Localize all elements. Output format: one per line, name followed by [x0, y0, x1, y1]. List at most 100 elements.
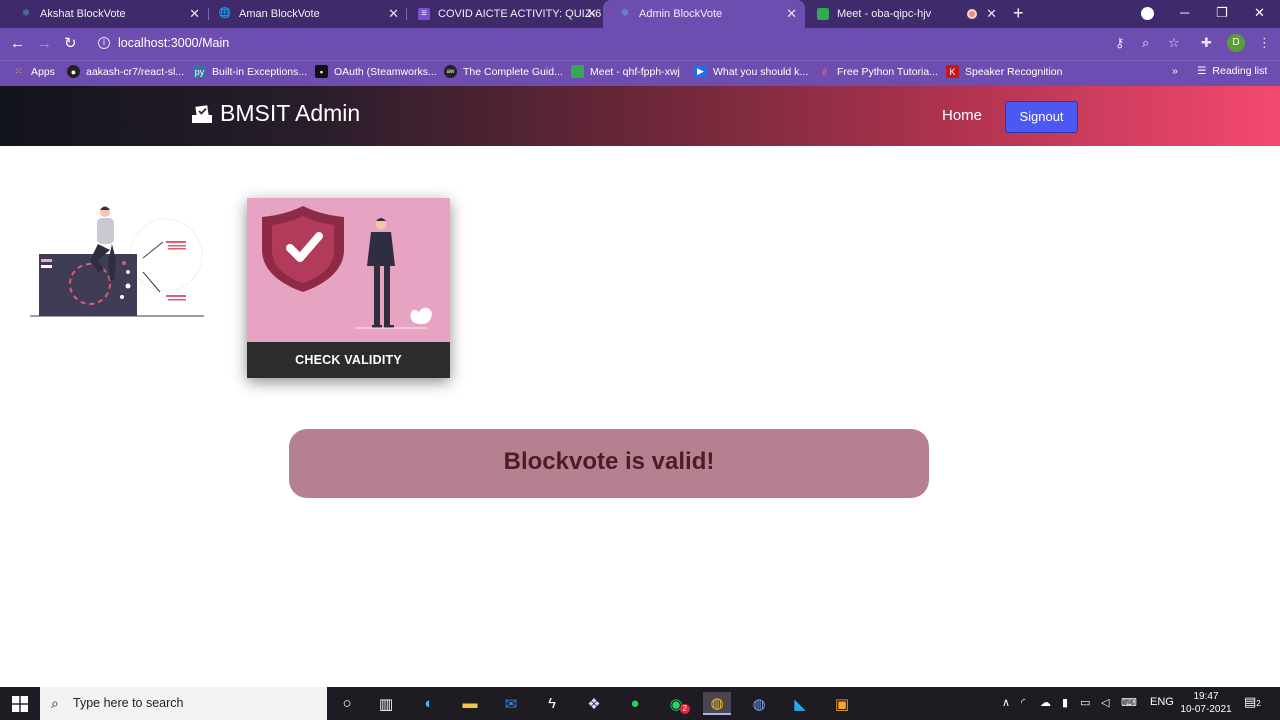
site-info-icon[interactable]: i — [98, 37, 110, 49]
brand[interactable]: BMSIT Admin — [190, 100, 360, 127]
profile-avatar[interactable]: D — [1227, 34, 1245, 52]
tab-aman-blockvote[interactable]: 🌐 Aman BlockVote ✕ — [203, 0, 407, 28]
restore-icon[interactable]: ❐ — [1216, 4, 1228, 22]
cortana-icon[interactable]: ○ — [333, 692, 361, 715]
bookmark-speaker-recognition[interactable]: K Speaker Recognition — [946, 65, 1062, 78]
battery-icon[interactable]: ▭ — [1080, 696, 1090, 709]
tray-chevron-icon[interactable]: ∧ — [1002, 696, 1010, 709]
chrome-profile-icon[interactable]: ◍ — [745, 692, 773, 715]
close-icon[interactable]: ✕ — [586, 6, 597, 22]
key-icon[interactable]: ⚷ — [1115, 35, 1125, 51]
onedrive-icon[interactable]: ☁ — [1040, 696, 1051, 709]
steam-icon: ▪ — [315, 65, 328, 78]
address-bar[interactable]: localhost:3000/Main — [118, 36, 229, 50]
bookmark-python-exceptions[interactable]: py Built-in Exceptions... — [193, 65, 307, 78]
reading-list[interactable]: ☰ Reading list — [1197, 65, 1267, 77]
keyboard-icon[interactable]: ⌨ — [1121, 696, 1137, 709]
aw-icon: aw — [444, 65, 457, 78]
taskbar-search-input[interactable]: ⌕ Type here to search — [40, 687, 327, 720]
app-navbar: BMSIT Admin Home Signout — [0, 86, 1280, 146]
spotify-icon[interactable]: ● — [621, 692, 649, 715]
signout-button[interactable]: Signout — [1005, 101, 1078, 133]
clock-date: 10-07-2021 — [1180, 704, 1232, 715]
minimize-icon[interactable]: ─ — [1180, 4, 1189, 22]
react-icon: ⚛ — [21, 8, 31, 19]
bookmark-apps[interactable]: ⁙ Apps — [12, 65, 55, 78]
mail-icon[interactable]: ✉ — [497, 692, 525, 715]
reload-icon[interactable]: ↻ — [64, 34, 77, 54]
bookmark-label: Meet - qhf-fpph-xwj — [590, 65, 680, 78]
tab-admin-blockvote[interactable]: ⚛ Admin BlockVote ✕ — [603, 0, 805, 28]
volume-icon[interactable]: ◁ — [1101, 696, 1109, 709]
tab-meet[interactable]: Meet - oba-qipc-hjv ✕ — [801, 0, 1005, 28]
recording-icon — [967, 9, 977, 19]
bookmark-label: Speaker Recognition — [965, 65, 1063, 78]
menu-icon[interactable]: ⋮ — [1258, 35, 1271, 51]
bookmark-github[interactable]: ● aakash-cr7/react-sl... — [67, 65, 184, 78]
close-icon[interactable]: ✕ — [189, 6, 200, 22]
react-icon: ⚛ — [620, 8, 630, 19]
bookmark-meet[interactable]: Meet - qhf-fpph-xwj — [571, 65, 680, 78]
bookmarks-bar: ⁙ Apps ● aakash-cr7/react-sl... py Built… — [0, 60, 1280, 86]
close-icon[interactable]: ✕ — [388, 6, 399, 22]
edge-icon[interactable]: ◐ — [415, 692, 443, 715]
meet-icon — [817, 8, 829, 20]
card-image — [247, 198, 450, 342]
chrome-icon[interactable]: ◍ — [703, 692, 731, 715]
forward-icon[interactable]: → — [37, 34, 52, 54]
task-view-icon[interactable]: ▥ — [372, 692, 400, 715]
bookmark-label: Free Python Tutoria... — [837, 65, 938, 78]
tab-covid-quiz[interactable]: ≡ COVID AICTE ACTIVITY: QUIZ-6 ✕ — [402, 0, 605, 28]
check-validity-button[interactable]: CHECK VALIDITY — [247, 342, 450, 378]
check-validity-card[interactable]: CHECK VALIDITY — [247, 198, 450, 378]
validity-result-message: Blockvote is valid! — [289, 429, 929, 498]
close-icon[interactable]: ✕ — [986, 6, 997, 22]
extensions-icon[interactable]: ✚ — [1201, 35, 1212, 51]
tab-akshat-blockvote[interactable]: ⚛ Akshat BlockVote ✕ — [4, 0, 208, 28]
system-clock[interactable]: 19:47 10-07-2021 — [1178, 690, 1234, 716]
browser-tabstrip: ⚛ Akshat BlockVote ✕ 🌐 Aman BlockVote ✕ … — [0, 0, 1280, 28]
zoom-icon[interactable]: ⌕ — [1142, 35, 1149, 51]
tab-title: Meet - oba-qipc-hjv — [837, 8, 932, 20]
bookmark-python-tutorial[interactable]: ∂ Free Python Tutoria... — [818, 65, 938, 78]
bookmark-label: The Complete Guid... — [463, 65, 563, 78]
more-bookmarks-icon[interactable]: » — [1172, 65, 1178, 77]
vscode-icon[interactable]: ◣ — [786, 692, 814, 715]
windows-start-icon[interactable] — [12, 696, 28, 712]
shield-person-illustration — [262, 206, 432, 329]
reading-list-label: Reading list — [1212, 65, 1268, 77]
notifications-icon[interactable]: ▤2 — [1244, 694, 1261, 710]
bookmark-star-icon[interactable]: ☆ — [1168, 35, 1180, 51]
clock-time: 19:47 — [1193, 691, 1219, 702]
reading-list-icon: ☰ — [1197, 65, 1207, 77]
close-icon[interactable]: ✕ — [786, 6, 797, 22]
tab-title: Aman BlockVote — [239, 8, 320, 20]
windows-taskbar: ⌕ Type here to search ○ ▥ ◐ ▬ ✉ ϟ ❖ ● ◉ 2… — [0, 687, 1280, 720]
tab-title: COVID AICTE ACTIVITY: QUIZ-6 — [438, 8, 602, 20]
tab-search-icon[interactable] — [1141, 7, 1154, 20]
jetbrains-icon[interactable]: ▣ — [828, 692, 856, 715]
language-indicator[interactable]: ENG — [1150, 696, 1174, 708]
dropbox-icon[interactable]: ❖ — [580, 692, 608, 715]
browser-toolbar: ← → ↻ i localhost:3000/Main ⚷ ⌕ ☆ ✚ D ⋮ — [0, 28, 1280, 60]
video-icon: ▶ — [694, 65, 707, 78]
tutorial-icon: ∂ — [822, 66, 827, 77]
python-icon: py — [193, 65, 206, 78]
globe-icon: 🌐 — [218, 8, 232, 19]
bookmark-what-you-should-know[interactable]: ▶ What you should k... — [694, 65, 808, 78]
bookmark-oauth[interactable]: ▪ OAuth (Steamworks... — [315, 65, 437, 78]
bookmark-label: What you should k... — [713, 65, 809, 78]
whatsapp-icon[interactable]: ◉ 2 — [662, 692, 690, 715]
wifi-icon[interactable]: ◜ — [1021, 696, 1025, 709]
back-icon[interactable]: ← — [10, 34, 25, 54]
new-tab-button[interactable]: + — [1013, 3, 1024, 23]
notification-count: 2 — [1256, 699, 1261, 708]
app-s-icon[interactable]: ϟ — [538, 692, 566, 715]
meet-icon — [571, 65, 584, 78]
microphone-icon[interactable]: ▮ — [1062, 696, 1068, 709]
window-close-icon[interactable]: ✕ — [1254, 4, 1265, 22]
bookmark-label: Built-in Exceptions... — [212, 65, 308, 78]
file-explorer-icon[interactable]: ▬ — [456, 692, 484, 715]
nav-home-link[interactable]: Home — [942, 107, 982, 124]
bookmark-complete-guide[interactable]: aw The Complete Guid... — [444, 65, 563, 78]
